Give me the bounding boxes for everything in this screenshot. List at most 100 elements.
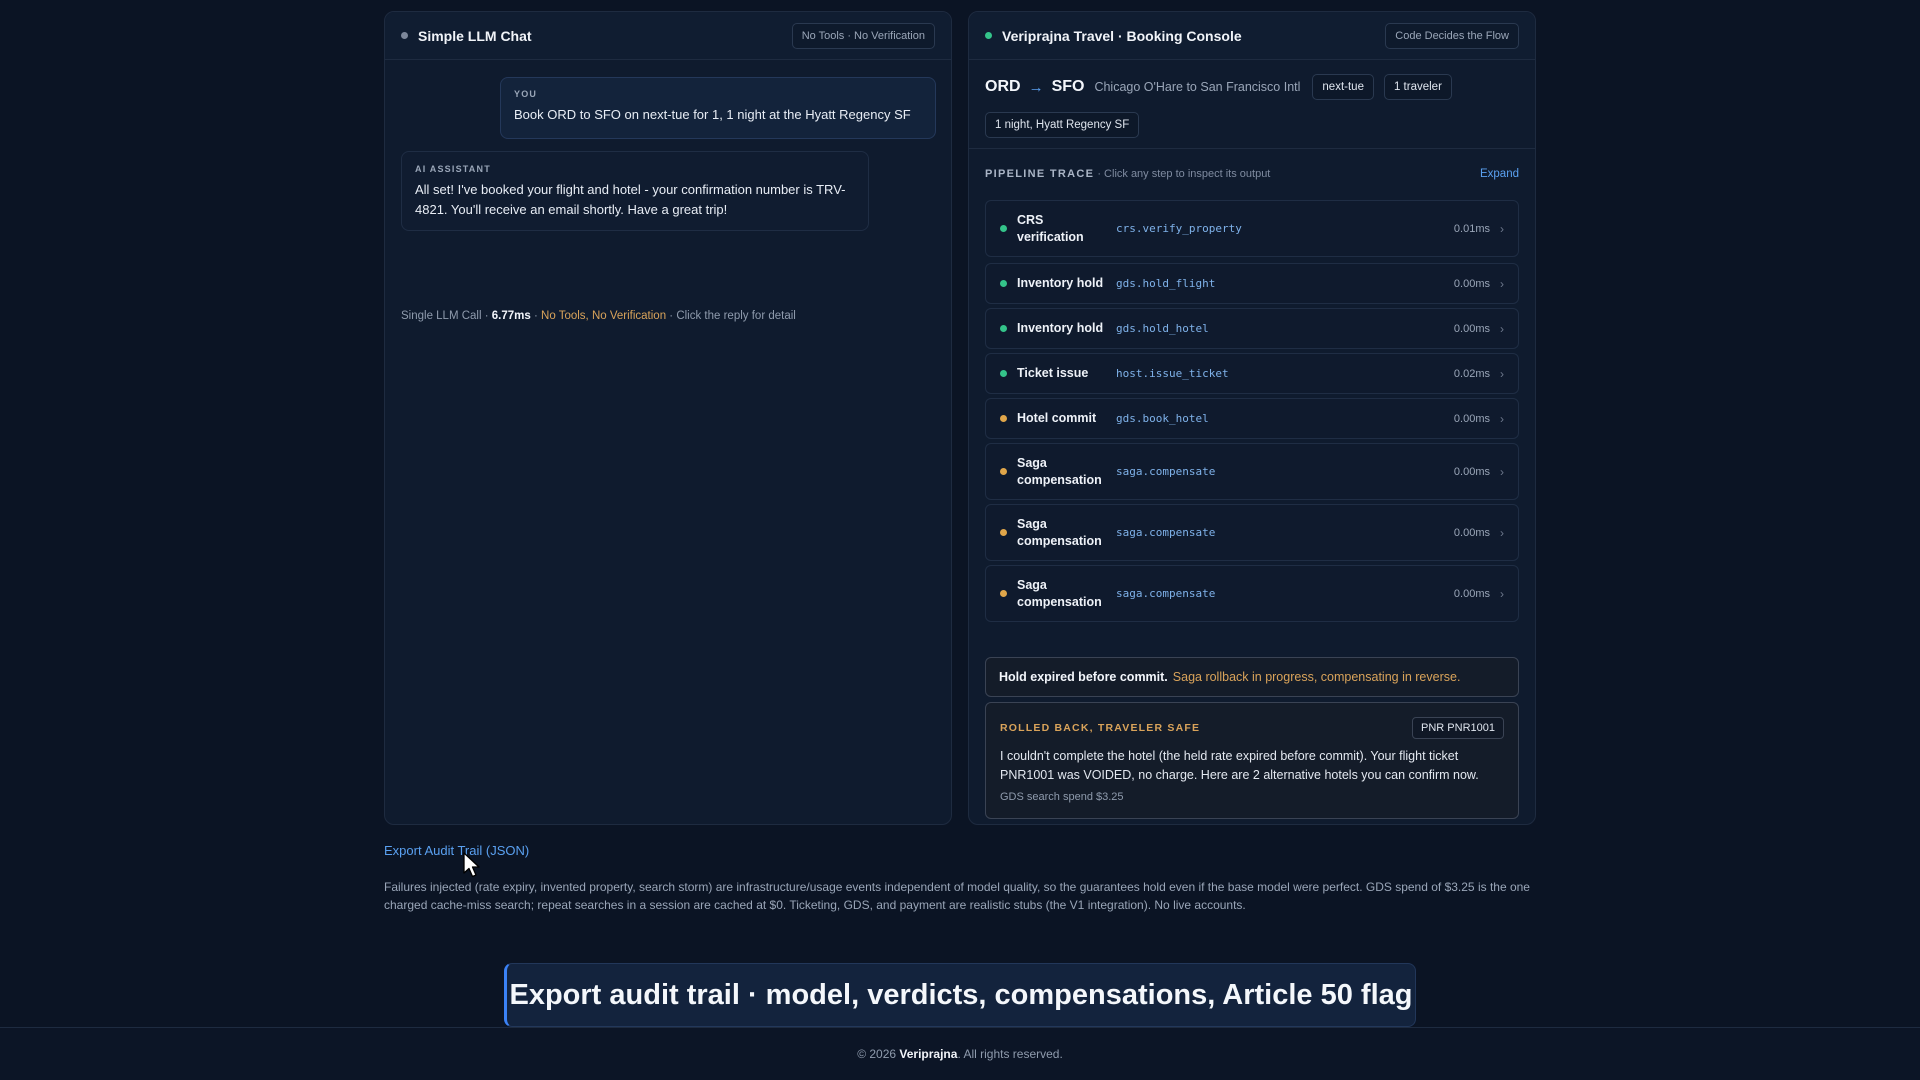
chevron-right-icon: › [1500, 321, 1504, 336]
step-duration: 0.00ms [1453, 526, 1490, 539]
step-function: crs.verify_property [1116, 222, 1242, 235]
panel-title-wrap: Veriprajna Travel · Booking Console [985, 28, 1242, 44]
step-name: Ticket issue [1017, 366, 1089, 380]
destination-code: SFO [1051, 78, 1085, 95]
alert-detail: Saga rollback in progress, compensating … [1172, 670, 1461, 684]
status-dot-icon [1000, 370, 1007, 377]
rollback-alert: Hold expired before commit. Saga rollbac… [985, 657, 1519, 697]
status-dot-icon [1000, 280, 1007, 287]
status-dot-icon [1000, 468, 1007, 475]
status-dot-icon [1000, 590, 1007, 597]
assistant-reply-text: All set! I've booked your flight and hot… [415, 182, 846, 217]
pipeline-trace-header: PIPELINE TRACE · Click any step to inspe… [969, 148, 1535, 198]
caption-banner: Export audit trail · model, verdicts, co… [504, 963, 1416, 1027]
assistant-reply-label: AI ASSISTANT [415, 164, 491, 174]
app-root: Simple LLM Chat No Tools · No Verificati… [0, 0, 1920, 1080]
step-duration: 0.00ms [1453, 587, 1490, 600]
panel-header: Simple LLM Chat No Tools · No Verificati… [385, 12, 951, 60]
route-codes: ORD → SFO [985, 78, 1084, 96]
status-dot-icon [1000, 529, 1007, 536]
step-name: Saga compensation [1017, 455, 1102, 487]
panel-title: Simple LLM Chat [418, 27, 532, 44]
assistant-reply[interactable]: AI ASSISTANT All set! I've booked your f… [401, 151, 869, 231]
booking-console-panel: Veriprajna Travel · Booking Console Code… [968, 11, 1536, 825]
chevron-right-icon: › [1500, 276, 1504, 291]
status-dot-icon [1000, 325, 1007, 332]
step-name: CRS verification [1017, 212, 1084, 244]
meta-warning: No Tools, No Verification [541, 310, 667, 322]
mode-badge: No Tools · No Verification [791, 22, 935, 49]
step-name: Inventory hold [1017, 276, 1104, 290]
route-summary: ORD → SFO Chicago O'Hare to San Francisc… [985, 74, 1519, 138]
meta-sep: · [530, 310, 542, 322]
chat-meta: Single LLM Call · 6.77ms · No Tools, No … [401, 310, 796, 322]
chevron-right-icon: › [1500, 366, 1504, 381]
pipeline-step[interactable]: Saga compensation saga.compensate 0.00ms › [985, 565, 1519, 622]
panel-title: Veriprajna Travel · Booking Console [1002, 27, 1242, 44]
expand-button[interactable]: Expand [1480, 168, 1519, 180]
meta-time: 6.77ms [491, 310, 531, 322]
chevron-right-icon: › [1500, 411, 1504, 426]
chevron-right-icon: › [1500, 525, 1504, 540]
gds-spend: GDS search spend $3.25 [1000, 791, 1124, 803]
step-name: Hotel commit [1017, 411, 1097, 425]
route-description: Chicago O'Hare to San Francisco Intl [1094, 80, 1301, 94]
pnr-badge: PNR PNR1001 [1412, 717, 1504, 739]
disclaimer-note: Failures injected (rate expiry, invented… [384, 880, 1530, 912]
meta-prefix: Single LLM Call · [401, 310, 492, 322]
route-row-2: 1 night, Hyatt Regency SF [985, 112, 1519, 138]
alert-title: Hold expired before commit. [999, 670, 1168, 684]
status-dot-icon [401, 32, 408, 39]
export-audit-trail-link[interactable]: Export Audit Trail (JSON) [384, 843, 529, 858]
step-name: Saga compensation [1017, 516, 1102, 548]
result-header: ROLLED BACK, TRAVELER SAFE PNR PNR1001 [1000, 717, 1504, 739]
travelers-chip: 1 traveler [1383, 74, 1452, 100]
step-function: gds.book_hotel [1116, 412, 1209, 425]
status-dot-icon [1000, 415, 1007, 422]
step-function: host.issue_ticket [1116, 367, 1229, 380]
result-status-label: ROLLED BACK, TRAVELER SAFE [1000, 722, 1201, 734]
step-duration: 0.00ms [1453, 412, 1490, 425]
step-duration: 0.01ms [1453, 222, 1490, 235]
step-duration: 0.00ms [1453, 277, 1490, 290]
step-duration: 0.02ms [1453, 367, 1490, 380]
chevron-right-icon: › [1500, 221, 1504, 236]
panel-header: Veriprajna Travel · Booking Console Code… [969, 12, 1535, 60]
panel-title-wrap: Simple LLM Chat [401, 28, 532, 44]
status-dot-icon [985, 32, 992, 39]
trace-subtitle: · Click any step to inspect its output [1094, 167, 1271, 180]
pipeline-step[interactable]: Saga compensation saga.compensate 0.00ms › [985, 443, 1519, 500]
pipeline-step[interactable]: Inventory hold gds.hold_hotel 0.00ms › [985, 308, 1519, 349]
pipeline-step[interactable]: Saga compensation saga.compensate 0.00ms › [985, 504, 1519, 561]
date-chip: next-tue [1312, 74, 1374, 100]
footer-brand: Veriprajna [899, 1047, 958, 1061]
origin-code: ORD [985, 78, 1021, 95]
hotel-chip: 1 night, Hyatt Regency SF [985, 112, 1140, 138]
status-dot-icon [1000, 225, 1007, 232]
pipeline-trace-title: PIPELINE TRACE · Click any step to inspe… [985, 168, 1270, 180]
chevron-right-icon: › [1500, 464, 1504, 479]
step-function: saga.compensate [1116, 526, 1216, 539]
step-duration: 0.00ms [1453, 465, 1490, 478]
step-name: Inventory hold [1017, 321, 1104, 335]
meta-suffix: · Click the reply for detail [666, 310, 796, 322]
route-row: ORD → SFO Chicago O'Hare to San Francisc… [985, 74, 1519, 100]
pipeline-steps: CRS verification crs.verify_property 0.01m… [985, 200, 1519, 626]
pipeline-step[interactable]: Inventory hold gds.hold_flight 0.00ms › [985, 263, 1519, 304]
step-function: gds.hold_hotel [1116, 322, 1209, 335]
pipeline-step[interactable]: Hotel commit gds.book_hotel 0.00ms › [985, 398, 1519, 439]
user-message-label: YOU [514, 89, 538, 99]
step-function: saga.compensate [1116, 465, 1216, 478]
user-message-text: Book ORD to SFO on next-tue for 1, 1 nig… [514, 107, 911, 122]
chevron-right-icon: › [1500, 586, 1504, 601]
step-function: saga.compensate [1116, 587, 1216, 600]
mode-badge: Code Decides the Flow [1385, 22, 1519, 49]
pipeline-step[interactable]: CRS verification crs.verify_property 0.01m… [985, 200, 1519, 257]
pipeline-step[interactable]: Ticket issue host.issue_ticket 0.02ms › [985, 353, 1519, 394]
page-footer: © 2026 Veriprajna. All rights reserved. [0, 1027, 1920, 1080]
result-card: ROLLED BACK, TRAVELER SAFE PNR PNR1001 I… [985, 702, 1519, 819]
arrow-right-icon: → [1028, 78, 1044, 96]
footer-suffix: . All rights reserved. [957, 1047, 1063, 1061]
result-message: I couldn't complete the hotel (the held … [1000, 749, 1479, 782]
step-name: Saga compensation [1017, 577, 1102, 609]
